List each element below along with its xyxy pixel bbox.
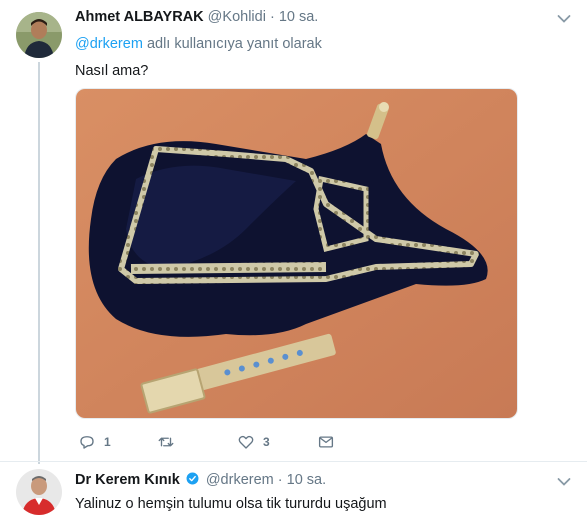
tweet-text: Yalinuz o hemşin tulumu olsa tik tururdu… (75, 496, 387, 512)
direct-message-button[interactable] (317, 431, 335, 453)
like-button[interactable]: 3 (237, 431, 270, 453)
reply-icon (80, 436, 94, 449)
reply-count: 1 (104, 435, 111, 449)
tweet-header: Ahmet ALBAYRAK @Kohlidi · 10 sa. (75, 8, 318, 26)
avatar[interactable] (16, 469, 62, 515)
chevron-down-icon[interactable] (557, 14, 571, 24)
author-handle[interactable]: @Kohlidi (208, 9, 266, 25)
author-name[interactable]: Ahmet ALBAYRAK (75, 9, 204, 25)
retweet-icon (158, 437, 174, 447)
author-handle[interactable]: @drkerem (206, 472, 274, 488)
tweet-text: Nasıl ama? (75, 63, 149, 79)
separator-dot: · (269, 9, 275, 25)
thread-connector-line (38, 62, 40, 464)
tweet-header: Dr Kerem Kınık @drkerem · 10 sa. (75, 471, 326, 489)
direct-message-icon (318, 436, 334, 448)
timestamp[interactable]: 10 sa. (279, 9, 319, 25)
reply-button[interactable]: 1 (78, 431, 111, 453)
reply-context-text: adlı kullanıcıya yanıt olarak (146, 36, 322, 52)
like-count: 3 (263, 435, 270, 449)
retweet-button[interactable] (157, 431, 183, 453)
reply-mention-link[interactable]: @drkerem (75, 36, 143, 52)
separator-dot: · (277, 472, 283, 488)
like-icon (238, 435, 254, 449)
timestamp[interactable]: 10 sa. (287, 472, 327, 488)
author-name[interactable]: Dr Kerem Kınık (75, 472, 180, 488)
reply-context: @drkerem adlı kullanıcıya yanıt olarak (75, 36, 322, 52)
tweet-divider (0, 461, 587, 462)
tweet-photo[interactable] (75, 88, 518, 419)
tweet-actions: 1 3 (75, 431, 345, 453)
chevron-down-icon[interactable] (557, 477, 571, 487)
avatar[interactable] (16, 12, 62, 58)
verified-badge-icon (186, 472, 199, 485)
